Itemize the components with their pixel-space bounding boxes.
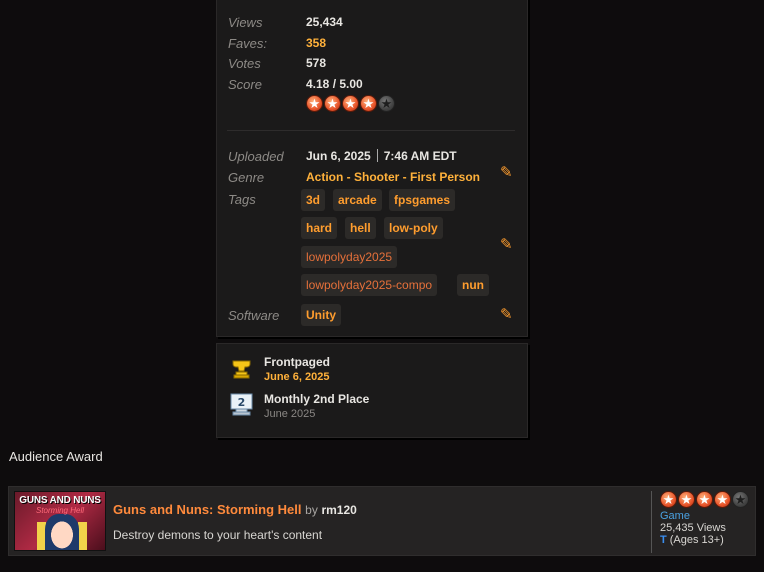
award-title: Monthly 2nd Place	[264, 392, 370, 406]
divider	[227, 130, 515, 131]
award-monthly-2nd: 2 Monthly 2nd Place June 2025	[229, 392, 369, 420]
content-type: Game	[660, 510, 690, 522]
thumbnail-character	[45, 514, 79, 550]
score-row: Score 4.18 / 5.00 ★ ★ ★ ★ ★	[228, 77, 395, 112]
genre-label: Genre	[228, 170, 265, 185]
uploaded-label: Uploaded	[228, 149, 284, 164]
tag-3d[interactable]: 3d	[301, 189, 326, 211]
card-rating-stars: ★ ★ ★ ★ ★	[660, 491, 749, 508]
star-filled-icon: ★	[342, 95, 359, 112]
star-filled-icon: ★	[324, 95, 341, 112]
card-views: 25,435 Views	[660, 522, 726, 534]
software-unity[interactable]: Unity	[301, 304, 341, 326]
tags-row: Tags	[228, 192, 306, 207]
age-rating-text: (Ages 13+)	[669, 534, 724, 546]
age-rating: T (Ages 13+)	[660, 534, 749, 546]
thumbnail-title: GUNS AND NUNS	[19, 495, 101, 506]
star-filled-icon: ★	[696, 491, 713, 508]
tag-lowpolyday2025[interactable]: lowpolyday2025	[301, 246, 398, 268]
genre-row: Genre Action - Shooter - First Person	[228, 170, 480, 185]
star-filled-icon: ★	[714, 491, 731, 508]
tag-hard[interactable]: hard	[301, 217, 338, 239]
by-label: by	[305, 503, 318, 517]
tags-label: Tags	[228, 192, 256, 207]
tag-low-poly[interactable]: low-poly	[384, 217, 443, 239]
score-stars: ★ ★ ★ ★ ★	[306, 95, 395, 112]
views-count: 25,434	[306, 15, 343, 29]
votes-row: Votes 578	[228, 56, 326, 71]
faves-count[interactable]: 358	[306, 36, 326, 50]
tag-arcade[interactable]: arcade	[333, 189, 382, 211]
award-title: Frontpaged	[264, 355, 330, 369]
edit-software-pencil-icon[interactable]: ✎	[500, 307, 516, 323]
star-filled-icon: ★	[678, 491, 695, 508]
card-meta: ★ ★ ★ ★ ★ Game 25,435 Views T (Ages 13+)	[651, 491, 749, 553]
award-date: June 2025	[264, 408, 316, 420]
author-link[interactable]: rm120	[321, 503, 356, 517]
genre-link[interactable]: Action - Shooter - First Person	[306, 170, 480, 184]
audience-award-heading: Audience Award	[9, 449, 103, 464]
score-value: 4.18 / 5.00	[306, 77, 363, 91]
award-date: June 6, 2025	[264, 371, 330, 383]
star-filled-icon: ★	[660, 491, 677, 508]
star-filled-icon: ★	[306, 95, 323, 112]
upload-date: Jun 6, 2025	[306, 149, 371, 163]
tag-nun[interactable]: nun	[457, 274, 489, 296]
stats-panel: Views 25,434 Faves: 358 Votes 578 Score …	[216, 0, 528, 337]
game-thumbnail[interactable]: GUNS AND NUNS Storming Hell	[14, 491, 106, 551]
awards-panel: Frontpaged June 6, 2025 2 Monthly 2nd Pl…	[216, 343, 528, 438]
svg-text:2: 2	[238, 396, 246, 409]
tag-fpsgames[interactable]: fpsgames	[389, 189, 456, 211]
second-place-icon: 2	[229, 392, 254, 417]
tag-hell[interactable]: hell	[345, 217, 376, 239]
star-empty-icon: ★	[732, 491, 749, 508]
views-row: Views 25,434	[228, 15, 343, 30]
award-frontpaged: Frontpaged June 6, 2025	[229, 355, 330, 383]
star-empty-icon: ★	[378, 95, 395, 112]
faves-row: Faves: 358	[228, 36, 326, 51]
views-label: Views	[228, 15, 263, 30]
faves-label: Faves:	[228, 36, 268, 51]
audience-award-card[interactable]: GUNS AND NUNS Storming Hell Guns and Nun…	[8, 486, 756, 556]
software-label: Software	[228, 308, 280, 323]
edit-tags-pencil-icon[interactable]: ✎	[500, 237, 516, 253]
software-row: Software	[228, 308, 306, 323]
game-description: Destroy demons to your heart's content	[113, 528, 323, 542]
game-title-line: Guns and Nuns: Storming Hell by rm120	[113, 502, 357, 517]
teen-rating-icon: T	[660, 534, 667, 546]
trophy-icon	[229, 355, 254, 380]
upload-time: 7:46 AM EDT	[383, 149, 457, 163]
uploaded-row: Uploaded Jun 6, 2025 7:46 AM EDT	[228, 149, 457, 164]
votes-count: 578	[306, 56, 327, 70]
thumbnail-subtitle: Storming Hell	[35, 506, 84, 515]
tag-lowpolyday2025-compo[interactable]: lowpolyday2025-compo	[301, 274, 438, 296]
separator	[376, 149, 378, 162]
votes-label: Votes	[228, 56, 261, 71]
game-title-link[interactable]: Guns and Nuns: Storming Hell	[113, 502, 302, 517]
upload-datetime: Jun 6, 2025 7:46 AM EDT	[306, 149, 457, 163]
score-label: Score	[228, 77, 262, 92]
star-filled-icon: ★	[360, 95, 377, 112]
edit-genre-pencil-icon[interactable]: ✎	[500, 165, 516, 181]
